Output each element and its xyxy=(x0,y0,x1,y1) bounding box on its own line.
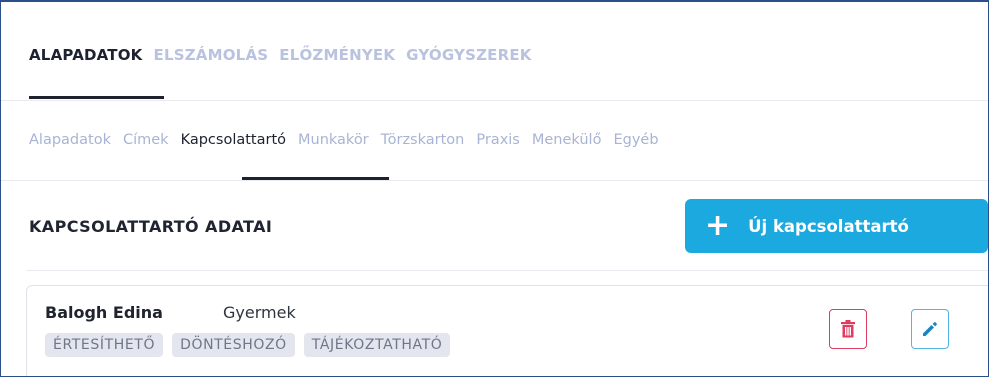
trash-icon xyxy=(841,320,855,338)
contact-name: Balogh Edina xyxy=(45,303,163,322)
edit-contact-button[interactable] xyxy=(911,309,949,349)
new-contact-button-label: Új kapcsolattartó xyxy=(748,216,909,236)
subtab-egyeb[interactable]: Egyéb xyxy=(613,132,658,148)
sub-tabs: Alapadatok Címek Kapcsolattartó Munkakör… xyxy=(29,132,671,148)
tag-ertesitheto: ÉRTESÍTHETŐ xyxy=(45,333,164,357)
main-tabs: ALAPADATOK ELSZÁMOLÁS ELŐZMÉNYEK GYÓGYSZ… xyxy=(29,46,543,64)
tab-gyogyszerek[interactable]: GYÓGYSZEREK xyxy=(406,46,531,64)
plus-icon: + xyxy=(705,208,731,243)
new-contact-button[interactable]: + Új kapcsolattartó xyxy=(685,199,988,253)
subtab-torzskarton[interactable]: Törzskarton xyxy=(381,132,465,148)
subtab-praxis[interactable]: Praxis xyxy=(476,132,520,148)
subtab-kapcsolattarto[interactable]: Kapcsolattartó xyxy=(181,132,286,148)
active-tab-indicator xyxy=(29,96,164,99)
subtab-munkakor[interactable]: Munkakör xyxy=(298,132,369,148)
tag-tajekoztathato: TÁJÉKOZTATHATÓ xyxy=(303,333,451,357)
contact-panel: ALAPADATOK ELSZÁMOLÁS ELŐZMÉNYEK GYÓGYSZ… xyxy=(0,0,989,377)
contact-relation: Gyermek xyxy=(223,303,296,322)
section-title: KAPCSOLATTARTÓ ADATAI xyxy=(29,217,273,236)
pencil-icon xyxy=(923,322,937,336)
contact-card: Balogh Edina Gyermek ÉRTESÍTHETŐ DÖNTÉSH… xyxy=(26,285,988,376)
tab-elszamolas[interactable]: ELSZÁMOLÁS xyxy=(154,46,269,64)
subtab-cimek[interactable]: Címek xyxy=(123,132,169,148)
delete-contact-button[interactable] xyxy=(829,309,867,349)
tab-alapadatok[interactable]: ALAPADATOK xyxy=(29,46,143,64)
subtab-menekulo[interactable]: Menekülő xyxy=(532,132,602,148)
tag-donteshozo: DÖNTÉSHOZÓ xyxy=(172,333,295,357)
tab-elozmenyek[interactable]: ELŐZMÉNYEK xyxy=(279,46,395,64)
subtab-alapadatok[interactable]: Alapadatok xyxy=(29,132,111,148)
tabs-divider xyxy=(1,100,988,101)
contact-tags: ÉRTESÍTHETŐ DÖNTÉSHOZÓ TÁJÉKOZTATHATÓ xyxy=(45,333,459,357)
subtabs-divider xyxy=(1,180,988,181)
section-divider xyxy=(26,270,988,271)
